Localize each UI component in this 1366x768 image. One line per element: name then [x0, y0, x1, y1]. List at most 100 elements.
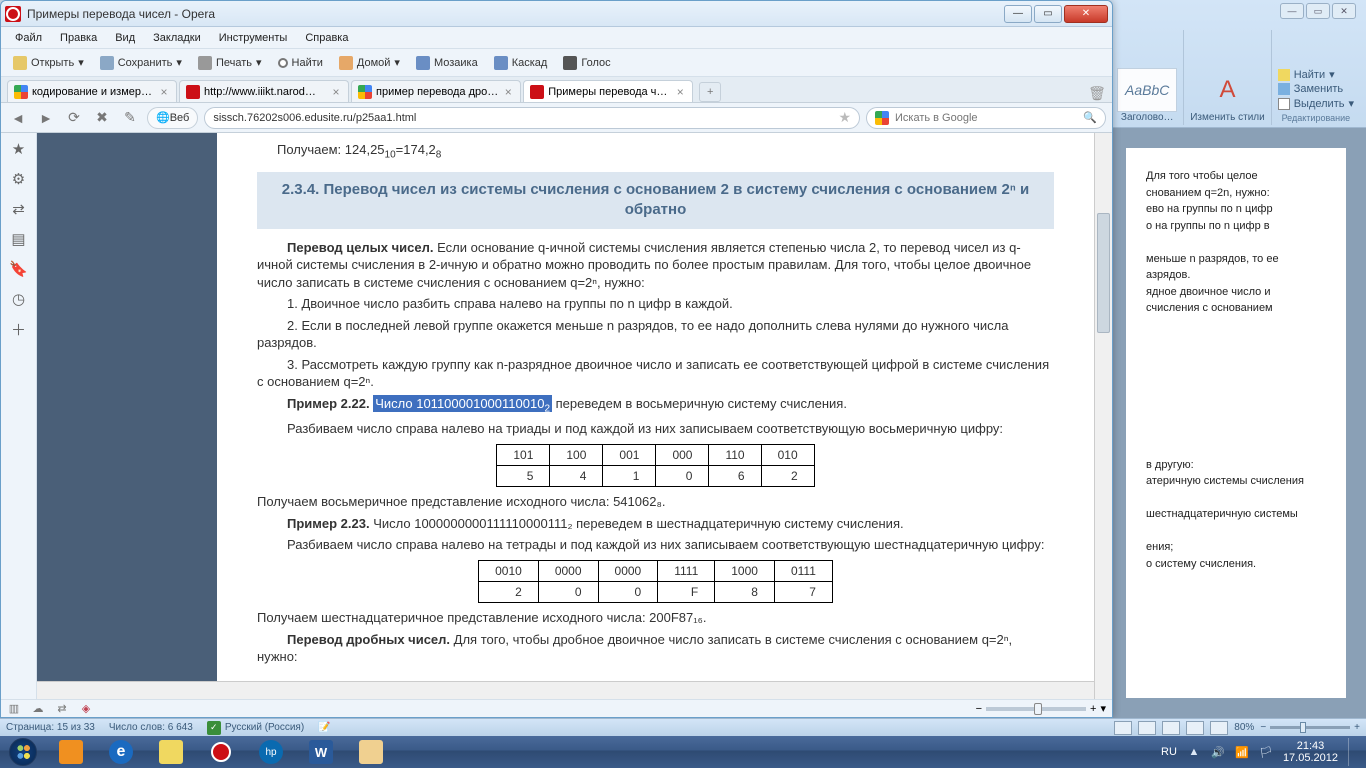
tab-close[interactable]: ×	[502, 86, 514, 98]
view-draft[interactable]	[1210, 721, 1228, 735]
taskbar-word[interactable]: W	[297, 738, 345, 766]
word-count[interactable]: Число слов: 6 643	[109, 722, 193, 733]
status-link-icon[interactable]: ⇄	[55, 702, 69, 716]
url-scheme-button[interactable]: 🌐 Веб	[147, 107, 198, 129]
menu-tools[interactable]: Инструменты	[211, 29, 296, 47]
action-center-icon[interactable]: 🏳	[1259, 745, 1273, 759]
tab-3[interactable]: пример перевода дро…×	[351, 80, 521, 102]
input-language[interactable]: RU	[1161, 746, 1177, 758]
find-button[interactable]: Найти	[272, 54, 329, 72]
tab-4-active[interactable]: Примеры перевода ч…×	[523, 80, 693, 102]
view-web-layout[interactable]	[1162, 721, 1180, 735]
view-outline[interactable]	[1186, 721, 1204, 735]
tab-close[interactable]: ×	[158, 86, 170, 98]
wand-button[interactable]: ✎	[119, 107, 141, 129]
bg-minimize-button[interactable]: —	[1280, 3, 1304, 19]
panel-bookmark[interactable]: 🔖	[9, 259, 29, 279]
closed-tabs-button[interactable]: 🗑	[1088, 84, 1106, 102]
url-input[interactable]	[213, 112, 832, 124]
tab-close[interactable]: ×	[674, 86, 686, 98]
example-label: Пример 2.22.	[287, 396, 370, 411]
language-indicator[interactable]: ✓Русский (Россия)	[207, 721, 304, 735]
status-cloud-icon[interactable]: ☁	[31, 702, 45, 716]
maximize-button[interactable]: ▭	[1034, 5, 1062, 23]
taskbar-hp[interactable]: hp	[247, 738, 295, 766]
tab-1[interactable]: кодирование и измер…×	[7, 80, 177, 102]
search-go-icon[interactable]: 🔍	[1083, 111, 1097, 124]
ribbon-select[interactable]: Выделить ▾	[1278, 96, 1354, 111]
taskbar-opera[interactable]	[197, 738, 245, 766]
open-button[interactable]: Открыть ▾	[7, 53, 90, 73]
tabbar: кодирование и измер…× http://www.iiikt.n…	[1, 77, 1112, 103]
show-desktop-button[interactable]	[1348, 738, 1356, 766]
panel-share[interactable]: ⇄	[9, 199, 29, 219]
close-button[interactable]: ✕	[1064, 5, 1108, 23]
menu-edit[interactable]: Правка	[52, 29, 105, 47]
taskbar-paint[interactable]	[347, 738, 395, 766]
new-tab-button[interactable]: +	[699, 82, 721, 102]
menu-file[interactable]: Файл	[7, 29, 50, 47]
stop-button[interactable]: ✖	[91, 107, 113, 129]
panel-note[interactable]: ▤	[9, 229, 29, 249]
zoom-plus-icon[interactable]: +	[1090, 703, 1096, 715]
word-zoom-slider[interactable]: −+	[1260, 722, 1360, 733]
reload-button[interactable]: ⟳	[63, 107, 85, 129]
cell: 0	[656, 465, 709, 486]
bookmark-star[interactable]: ★	[838, 109, 851, 126]
bg-close-button[interactable]: ✕	[1332, 3, 1356, 19]
print-button[interactable]: Печать ▾	[192, 53, 268, 73]
panel-history[interactable]: ◷	[9, 289, 29, 309]
scroll-thumb[interactable]	[1097, 213, 1110, 333]
cascade-button[interactable]: Каскад	[488, 53, 554, 73]
ribbon-find[interactable]: Найти ▾	[1278, 67, 1335, 82]
taskbar-media-player[interactable]	[47, 738, 95, 766]
status-unite-icon[interactable]: ◈	[79, 702, 93, 716]
search-input[interactable]	[895, 112, 1077, 124]
zoom-knob[interactable]	[1034, 703, 1042, 715]
volume-icon[interactable]: 🔊	[1211, 745, 1225, 759]
cell: 0000	[538, 560, 598, 581]
style-preview[interactable]: AaBbC	[1117, 68, 1177, 112]
save-button[interactable]: Сохранить ▾	[94, 53, 188, 73]
home-icon	[339, 56, 353, 70]
search-bar[interactable]: 🔍	[866, 107, 1106, 129]
forward-button[interactable]: ►	[35, 107, 57, 129]
tray-up-icon[interactable]: ▲	[1187, 745, 1201, 759]
clock[interactable]: 21:43 17.05.2012	[1283, 740, 1338, 764]
network-icon[interactable]: 📶	[1235, 745, 1249, 759]
menu-view[interactable]: Вид	[107, 29, 143, 47]
menu-help[interactable]: Справка	[297, 29, 356, 47]
zoom-minus-icon[interactable]: −	[976, 703, 982, 715]
ie-icon	[109, 740, 133, 764]
menu-bookmarks[interactable]: Закладки	[145, 29, 209, 47]
minimize-button[interactable]: —	[1004, 5, 1032, 23]
view-full-screen[interactable]	[1138, 721, 1156, 735]
voice-button[interactable]: Голос	[557, 53, 616, 73]
horizontal-scrollbar[interactable]	[37, 681, 1094, 699]
mosaic-button[interactable]: Мозаика	[410, 53, 484, 73]
taskbar-explorer[interactable]	[147, 738, 195, 766]
ribbon-replace[interactable]: Заменить	[1278, 82, 1343, 96]
panel-add[interactable]: ＋	[9, 319, 29, 339]
tab-close[interactable]: ×	[330, 86, 342, 98]
address-bar[interactable]: ★	[204, 107, 860, 129]
cell: 010	[761, 444, 814, 465]
page-indicator[interactable]: Страница: 15 из 33	[6, 722, 95, 733]
status-panel-icon[interactable]: ▥	[7, 702, 21, 716]
tab-2[interactable]: http://www.iiikt.narod…×	[179, 80, 349, 102]
start-button[interactable]	[0, 736, 46, 768]
back-button[interactable]: ◄	[7, 107, 29, 129]
taskbar-ie[interactable]	[97, 738, 145, 766]
zoom-slider[interactable]: − + ▾	[976, 702, 1106, 715]
zoom-dropdown-icon[interactable]: ▾	[1100, 702, 1106, 715]
panel-star[interactable]: ★	[9, 139, 29, 159]
panel-gear[interactable]: ⚙	[9, 169, 29, 189]
home-button[interactable]: Домой ▾	[333, 53, 406, 73]
explorer-icon	[159, 740, 183, 764]
zoom-percent[interactable]: 80%	[1234, 722, 1254, 733]
bg-restore-button[interactable]: ▭	[1306, 3, 1330, 19]
view-print-layout[interactable]	[1114, 721, 1132, 735]
track-changes-icon[interactable]: 📝	[318, 722, 330, 733]
change-styles-icon[interactable]: A	[1205, 68, 1249, 112]
vertical-scrollbar[interactable]	[1094, 133, 1112, 699]
